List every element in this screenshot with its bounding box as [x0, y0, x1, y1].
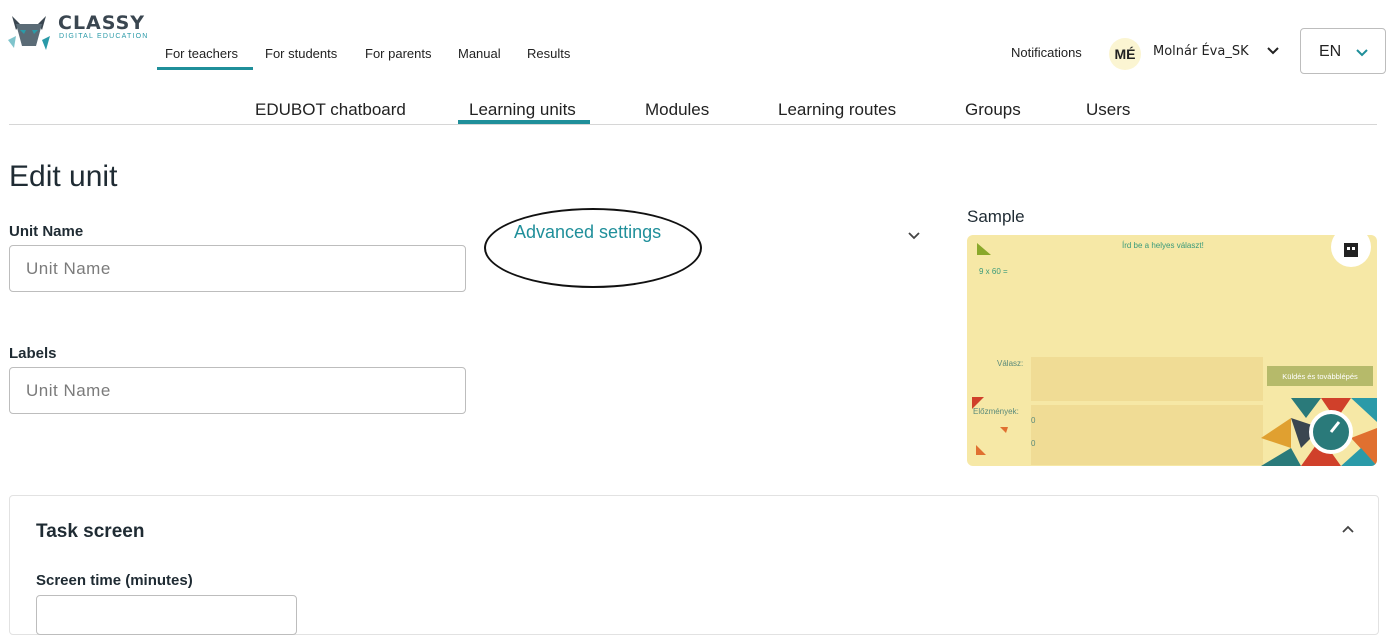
- brand-tagline: DIGITAL EDUCATION: [59, 33, 149, 40]
- corner-triangle-icon: [977, 243, 991, 255]
- sample-history-box: [1031, 405, 1263, 465]
- sample-badge: [1331, 235, 1371, 267]
- sample-question: 9 x 60 =: [979, 267, 1008, 276]
- top-nav-for-parents[interactable]: For parents: [365, 46, 431, 61]
- user-name[interactable]: Molnár Éva_SK: [1153, 44, 1249, 59]
- sample-instruction: Írd be a helyes választ!: [1122, 241, 1204, 250]
- notifications-link[interactable]: Notifications: [1011, 45, 1082, 60]
- section-nav-divider: [9, 124, 1377, 125]
- tab-learning-routes[interactable]: Learning routes: [778, 100, 896, 120]
- user-avatar[interactable]: MÉ: [1109, 38, 1141, 70]
- labels-label: Labels: [9, 345, 57, 362]
- page-title: Edit unit: [9, 160, 118, 193]
- sample-submit-button: Küldés és továbblépés: [1267, 366, 1373, 386]
- advanced-settings-chevron-down-icon[interactable]: [907, 231, 921, 241]
- section-nav-active-indicator: [458, 120, 590, 124]
- top-nav-for-teachers[interactable]: For teachers: [165, 46, 238, 61]
- labels-input[interactable]: [9, 367, 466, 414]
- top-nav-results[interactable]: Results: [527, 46, 570, 61]
- user-menu-chevron-down-icon[interactable]: [1266, 46, 1280, 56]
- sample-preview: Írd be a helyes választ! 9 x 60 = Válasz…: [967, 235, 1377, 466]
- chevron-up-icon[interactable]: [1341, 524, 1355, 534]
- tab-edubot-chatboard[interactable]: EDUBOT chatboard: [255, 100, 406, 120]
- tab-learning-units[interactable]: Learning units: [469, 100, 576, 120]
- top-nav-active-indicator: [157, 67, 253, 70]
- language-value: EN: [1319, 43, 1342, 60]
- advanced-settings-toggle[interactable]: Advanced settings: [514, 222, 661, 243]
- screen-time-input[interactable]: [36, 595, 297, 635]
- top-nav-manual[interactable]: Manual: [458, 46, 501, 61]
- annotation-circle: [484, 208, 702, 288]
- tab-groups[interactable]: Groups: [965, 100, 1021, 120]
- task-screen-panel: Task screen Screen time (minutes): [9, 495, 1379, 635]
- unit-name-label: Unit Name: [9, 223, 84, 240]
- screen-time-label: Screen time (minutes): [36, 572, 193, 589]
- sample-answer-box: [1031, 357, 1263, 401]
- language-select[interactable]: EN: [1300, 28, 1386, 74]
- top-nav-for-students[interactable]: For students: [265, 46, 337, 61]
- tab-modules[interactable]: Modules: [645, 100, 709, 120]
- brand-name: CLASSY: [58, 12, 146, 34]
- task-screen-title: Task screen: [36, 521, 145, 542]
- timer-mosaic-icon: [1261, 398, 1377, 466]
- sample-answer-label: Válasz:: [997, 359, 1024, 368]
- sample-label: Sample: [967, 207, 1025, 226]
- unit-name-input[interactable]: [9, 245, 466, 292]
- robot-icon: [1344, 243, 1358, 257]
- language-chevron-down-icon: [1356, 49, 1368, 57]
- tab-users[interactable]: Users: [1086, 100, 1130, 120]
- decorative-triangles-icon: [972, 397, 1008, 455]
